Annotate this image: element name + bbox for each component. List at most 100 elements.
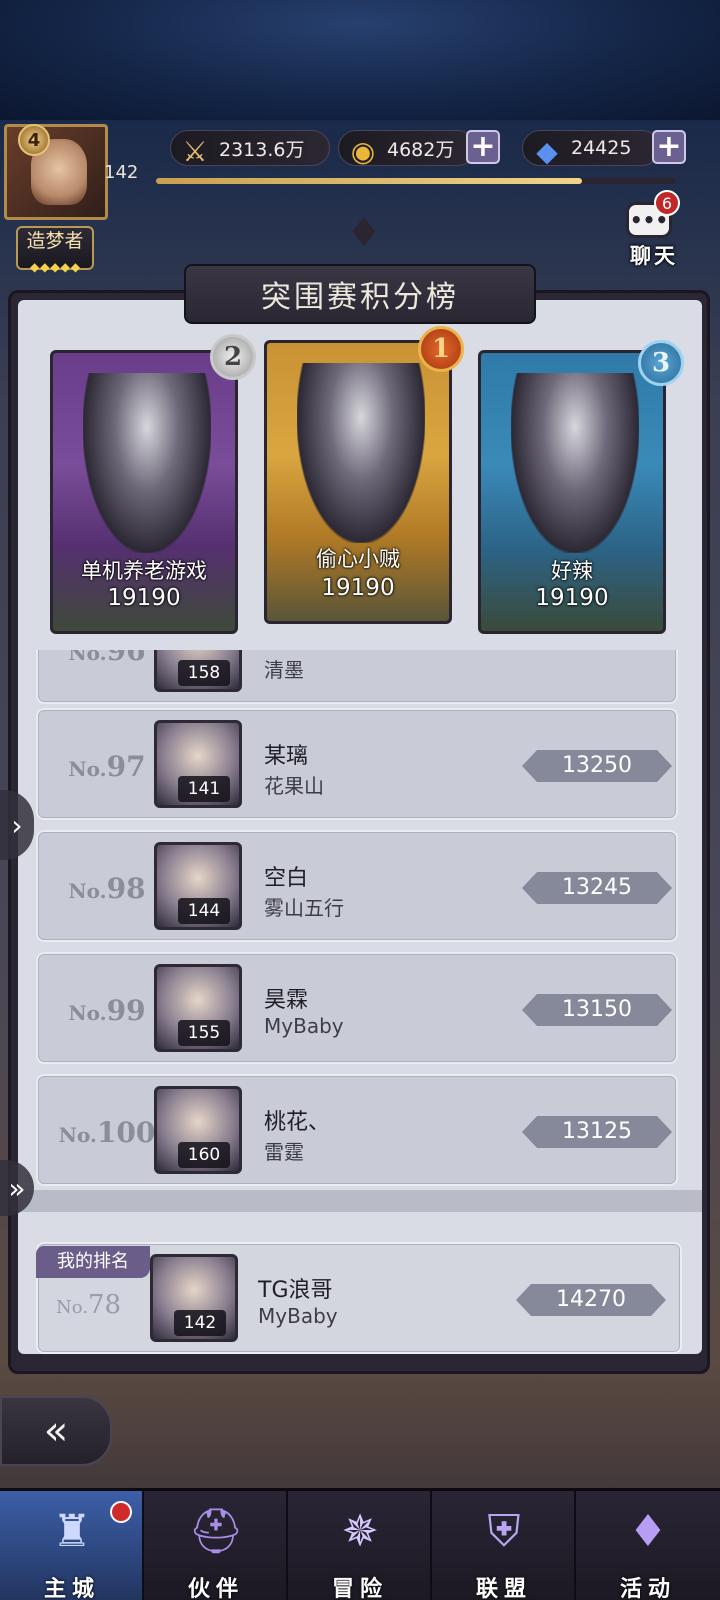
my-name: TG浪哥 <box>258 1278 333 1303</box>
power-value: 2313.6万 <box>219 138 305 161</box>
title-stars: ◆◆◆◆◆ <box>30 260 82 274</box>
gold-coin-icon: ◉ <box>350 134 376 168</box>
score-pill: 13245 <box>522 872 672 904</box>
podium-name-1: 偷心小贼 <box>316 547 400 571</box>
podium-score-1: 19190 <box>321 575 395 601</box>
nav-partners[interactable]: ⛑ 伙伴 <box>144 1491 288 1600</box>
podium-score-3: 19190 <box>535 585 609 611</box>
player-level: 144 <box>178 898 230 924</box>
nav-label: 活动 <box>619 1576 676 1600</box>
vip-level-badge: 4 <box>18 124 50 156</box>
sky-background <box>0 0 720 120</box>
chat-button[interactable]: ••• 6 聊天 <box>618 190 690 268</box>
nav-label: 联盟 <box>475 1576 532 1600</box>
rank-label: No.97 <box>52 750 162 783</box>
player-guild: 清墨 <box>264 658 304 682</box>
rank-number: 99 <box>106 994 146 1027</box>
podium-character-2 <box>83 373 211 553</box>
nav-events[interactable]: ♦ 活动 <box>576 1491 720 1600</box>
score-pill: 13125 <box>522 1116 672 1148</box>
podium-score-2: 19190 <box>107 585 181 611</box>
ranking-row-96[interactable]: No.96 158 清墨 <box>36 650 678 704</box>
rank-prefix: No. <box>68 879 107 903</box>
my-guild: MyBaby <box>258 1304 338 1328</box>
player-level: 158 <box>178 660 230 686</box>
player-level: 160 <box>178 1142 230 1168</box>
podium-name-3: 好辣 <box>551 559 593 583</box>
my-score-pill: 14270 <box>516 1284 666 1316</box>
my-rank-prefix: No. <box>56 1297 88 1318</box>
my-rank-label: No.78 <box>56 1290 121 1320</box>
score-pill: 13250 <box>522 750 672 782</box>
nav-label: 主城 <box>43 1576 100 1600</box>
ranking-list[interactable]: No.96 158 清墨 No.97 141 某璃 花果山 13250 No.9… <box>26 650 694 1220</box>
nav-label: 伙伴 <box>187 1576 244 1600</box>
podium-character-1 <box>297 363 425 543</box>
gem-resource: ◆ 24425 <box>522 130 660 168</box>
nav-main-city[interactable]: ♜ 主城 <box>0 1491 144 1600</box>
my-rank-number: 78 <box>88 1290 122 1320</box>
compass-icon: ✵ <box>341 1505 379 1557</box>
rank-label: No.98 <box>52 872 162 905</box>
ranking-row-98[interactable]: No.98 144 空白 雾山五行 13245 <box>36 830 678 942</box>
rank-label: No.99 <box>52 994 162 1027</box>
ranking-row-100[interactable]: No.100 160 桃花、 雷霆 13125 <box>36 1074 678 1186</box>
list-divider <box>18 1190 702 1212</box>
my-rank-tag: 我的排名 <box>36 1246 150 1278</box>
castle-icon: ♜ <box>52 1505 92 1557</box>
podium-card-3[interactable]: 好辣 19190 <box>478 350 666 634</box>
gold-resource: ◉ 4682万 <box>338 130 476 168</box>
nav-alliance[interactable]: ⛨ 联盟 <box>432 1491 576 1600</box>
shield-icon: ⛨ <box>487 1505 521 1557</box>
score-pill: 13150 <box>522 994 672 1026</box>
title-ornament-icon: ♦ <box>346 210 382 256</box>
silver-medal-icon: 2 <box>210 334 256 380</box>
back-button[interactable]: « <box>0 1396 112 1466</box>
bottom-navigation: ♜ 主城 ⛑ 伙伴 ✵ 冒险 ⛨ 联盟 ♦ 活动 <box>0 1488 720 1600</box>
gem-value: 24425 <box>571 137 632 159</box>
podium-card-1[interactable]: 偷心小贼 19190 <box>264 340 452 624</box>
power-resource: ⚔ 2313.6万 <box>170 130 330 168</box>
panel-title-banner: 突围赛积分榜 <box>184 264 536 324</box>
rank-prefix: No. <box>58 1123 97 1147</box>
podium-card-2[interactable]: 单机养老游戏 19190 <box>50 350 238 634</box>
cards-icon: ♦ <box>628 1505 668 1557</box>
rank-label: No.100 <box>52 1116 162 1149</box>
player-level: 141 <box>178 776 230 802</box>
nav-label: 冒险 <box>331 1576 388 1600</box>
my-level: 142 <box>174 1310 226 1336</box>
experience-fill <box>156 178 583 184</box>
player-name: 桃花、 <box>264 1110 331 1135</box>
nav-adventure[interactable]: ✵ 冒险 <box>288 1491 432 1600</box>
sword-icon: ⚔ <box>182 134 208 168</box>
rank-number: 100 <box>96 1116 156 1149</box>
player-guild: 雾山五行 <box>264 896 344 920</box>
rank-number: 97 <box>106 750 146 783</box>
hat-icon: ⛑ <box>188 1506 244 1557</box>
player-level: 155 <box>178 1020 230 1046</box>
chat-unread-badge: 6 <box>654 190 680 216</box>
player-name: 昊霖 <box>264 988 309 1013</box>
rank-prefix: No. <box>68 757 107 781</box>
back-arrow-icon: « <box>43 1408 69 1454</box>
gold-value: 4682万 <box>387 138 455 161</box>
experience-bar <box>156 178 676 184</box>
gold-medal-icon: 1 <box>418 326 464 372</box>
panel-title: 突围赛积分榜 <box>261 280 459 315</box>
rank-prefix: No. <box>68 650 107 665</box>
add-gold-button[interactable]: + <box>466 130 500 164</box>
bronze-medal-icon: 3 <box>638 340 684 386</box>
diamond-icon: ◆ <box>536 134 558 168</box>
player-guild: 花果山 <box>264 774 324 798</box>
rank-label: No.96 <box>52 650 162 667</box>
add-gem-button[interactable]: + <box>652 130 686 164</box>
player-name: 某璃 <box>264 744 309 769</box>
rank-prefix: No. <box>68 1001 107 1025</box>
ranking-row-97[interactable]: No.97 141 某璃 花果山 13250 <box>36 708 678 820</box>
rank-number: 96 <box>106 650 146 667</box>
player-level: 142 <box>104 162 139 183</box>
player-guild: 雷霆 <box>264 1140 304 1164</box>
player-guild: MyBaby <box>264 1014 344 1038</box>
chat-label: 聊天 <box>630 244 678 268</box>
ranking-row-99[interactable]: No.99 155 昊霖 MyBaby 13150 <box>36 952 678 1064</box>
